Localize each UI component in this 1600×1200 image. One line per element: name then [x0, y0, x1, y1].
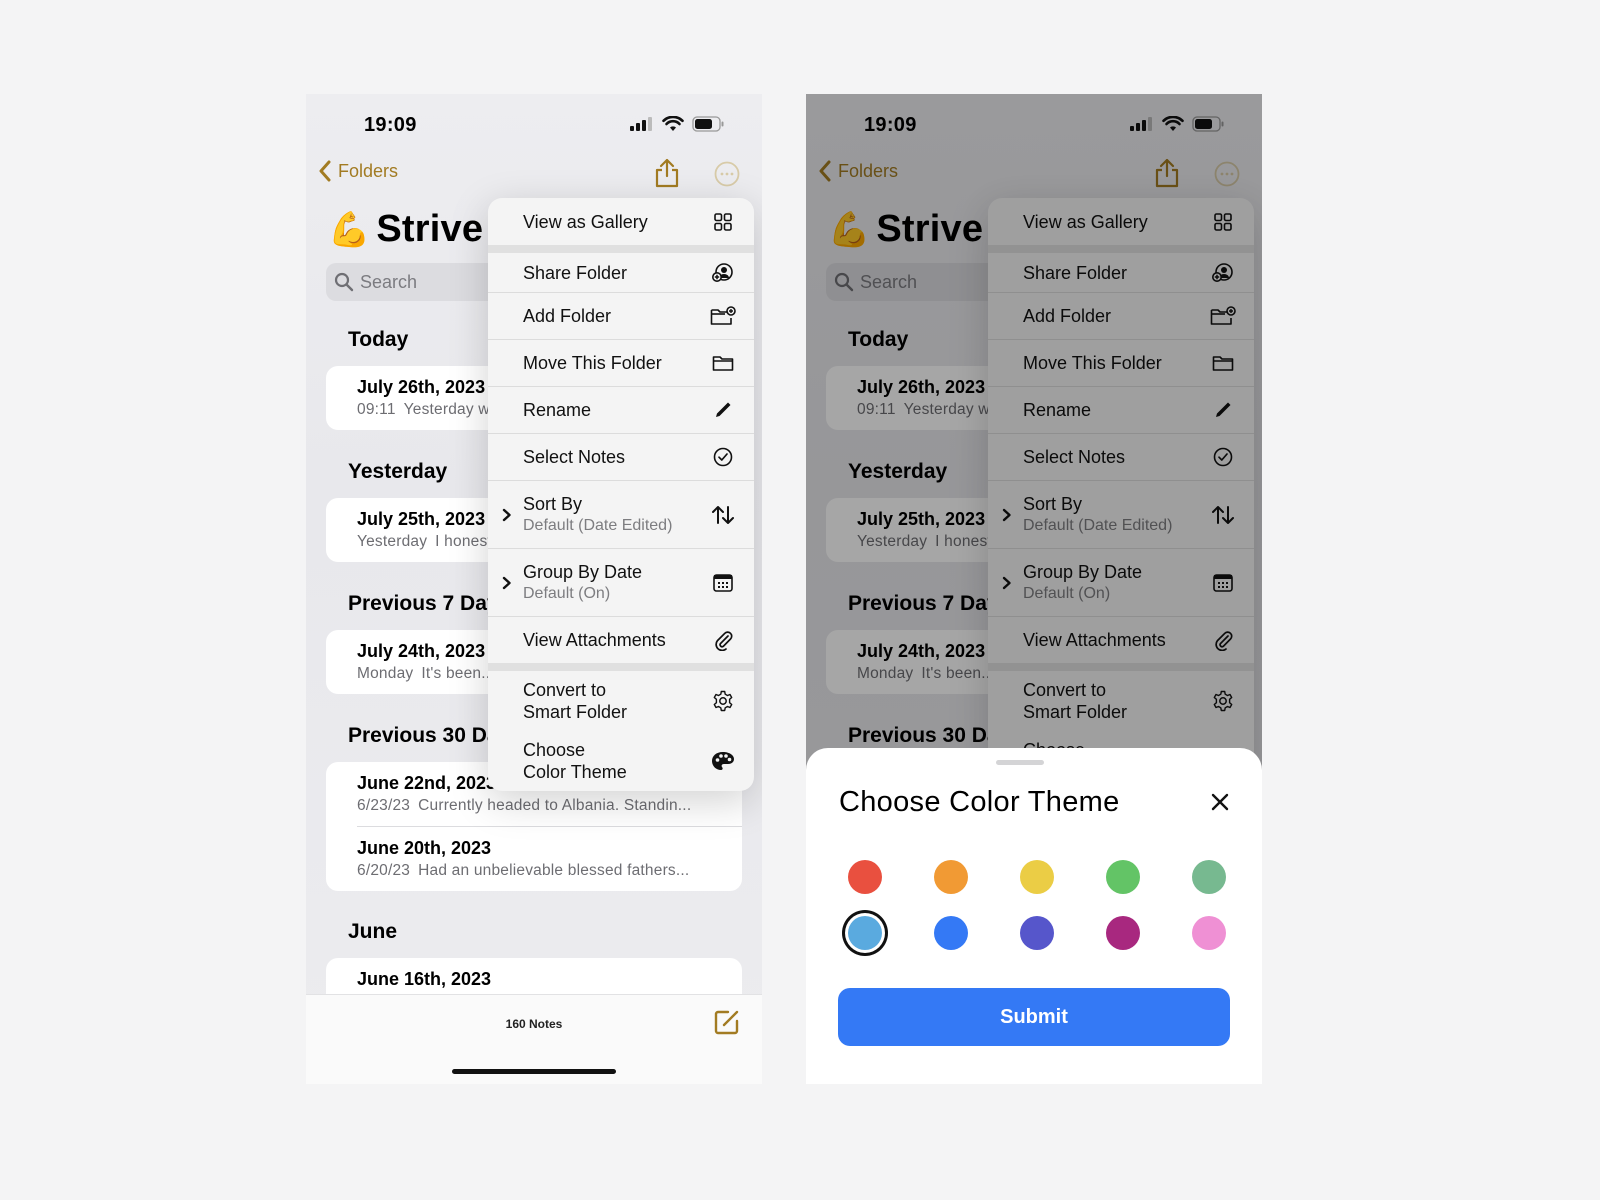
color-swatch[interactable]	[1192, 860, 1226, 894]
note-date: Yesterday	[357, 533, 428, 550]
section-title: Previous 7 Days	[348, 592, 511, 615]
share-button[interactable]	[654, 158, 680, 193]
note-title: June 20th, 2023	[357, 838, 492, 858]
wifi-icon	[662, 116, 684, 131]
menu-item-convert-to-smart-folder[interactable]: Convert to Smart Folder	[488, 663, 754, 731]
arrows-up-down-icon	[710, 505, 736, 525]
note-item[interactable]: June 20th, 2023 6/20/23 Had an unbelievab…	[326, 827, 742, 891]
note-title: June 16th, 2023	[357, 969, 492, 989]
close-button[interactable]	[1210, 792, 1230, 817]
note-date: Monday	[357, 665, 414, 682]
bottom-toolbar: 160 Notes	[306, 994, 762, 1084]
chevron-right-icon	[502, 508, 511, 521]
checkmark-circle-icon	[710, 447, 736, 467]
chevron-left-icon	[319, 160, 331, 182]
color-swatch[interactable]	[1020, 916, 1054, 950]
color-swatch[interactable]	[934, 916, 968, 950]
note-count: 160 Notes	[505, 1017, 563, 1031]
folder-context-menu: View as Gallery Share Folder Add Folder …	[488, 198, 754, 791]
color-swatch[interactable]	[848, 916, 882, 950]
note-date: 6/23/23	[357, 797, 411, 814]
menu-item-choose-color-theme[interactable]: ChooseColor Theme	[488, 731, 754, 791]
nav-bar: Folders	[306, 156, 762, 196]
back-button[interactable]: Folders	[318, 160, 398, 182]
section-title: Today	[348, 328, 409, 351]
sheet-grabber[interactable]	[996, 760, 1044, 765]
note-preview: It's been...	[421, 665, 495, 682]
palette-icon	[710, 751, 736, 771]
chevron-right-icon	[502, 576, 511, 589]
gear-icon	[710, 690, 736, 712]
folder-plus-icon	[710, 306, 736, 326]
menu-item-move-this-folder[interactable]: Move This Folder	[488, 339, 754, 386]
home-indicator	[452, 1069, 616, 1074]
color-swatch[interactable]	[1106, 916, 1140, 950]
compose-button[interactable]	[714, 1009, 740, 1040]
folder-icon	[710, 354, 736, 372]
section-title: June	[348, 920, 398, 943]
battery-icon	[692, 116, 724, 132]
color-swatch[interactable]	[1192, 916, 1226, 950]
phone-screen-menu-open: 19:09 Folders 💪 Strive Search Today July…	[306, 94, 762, 1084]
note-preview: Currently headed to Albania. Standin...	[418, 797, 692, 814]
calendar-icon	[710, 573, 736, 592]
color-theme-sheet: Choose Color Theme Submit	[806, 748, 1262, 1084]
menu-item-rename[interactable]: Rename	[488, 386, 754, 433]
note-preview: Had an unbelievable blessed fathers...	[418, 862, 690, 879]
color-swatch[interactable]	[1106, 860, 1140, 894]
folder-name: Strive	[376, 208, 484, 250]
flexed-biceps-icon: 💪	[328, 210, 371, 249]
ellipsis-circle-icon	[714, 161, 740, 187]
status-bar: 19:09	[306, 94, 762, 154]
sheet-title: Choose Color Theme	[839, 786, 1120, 818]
share-icon	[655, 158, 679, 188]
section-title: Yesterday	[348, 460, 448, 483]
status-time: 19:09	[364, 114, 417, 136]
close-icon	[1211, 793, 1229, 811]
paperclip-icon	[710, 629, 736, 651]
menu-item-select-notes[interactable]: Select Notes	[488, 433, 754, 480]
color-swatch[interactable]	[848, 860, 882, 894]
pencil-icon	[710, 401, 736, 419]
note-date: 6/20/23	[357, 862, 411, 879]
color-swatch[interactable]	[1020, 860, 1054, 894]
menu-item-add-folder[interactable]: Add Folder	[488, 292, 754, 339]
share-person-icon	[710, 262, 736, 283]
search-placeholder: Search	[360, 271, 418, 292]
menu-item-sort-by[interactable]: Sort By Default (Date Edited)	[488, 480, 754, 548]
menu-item-view-as-gallery[interactable]: View as Gallery	[488, 198, 754, 245]
signal-icon	[630, 117, 652, 131]
menu-item-share-folder[interactable]: Share Folder	[488, 245, 754, 292]
back-label: Folders	[338, 160, 399, 181]
menu-item-view-attachments[interactable]: View Attachments	[488, 616, 754, 663]
compose-icon	[714, 1010, 739, 1035]
color-swatch[interactable]	[934, 860, 968, 894]
search-icon	[334, 272, 354, 292]
note-date: 09:11	[357, 401, 396, 418]
color-swatch-grid	[848, 860, 1226, 950]
more-button[interactable]	[714, 161, 740, 192]
gallery-grid-icon	[710, 212, 736, 231]
folder-title: 💪 Strive	[328, 208, 483, 251]
submit-button[interactable]: Submit	[838, 988, 1230, 1046]
menu-item-group-by-date[interactable]: Group By Date Default (On)	[488, 548, 754, 616]
phone-screen-color-sheet: 19:09 Folders 💪 Strive Search Today July…	[806, 94, 1262, 1084]
